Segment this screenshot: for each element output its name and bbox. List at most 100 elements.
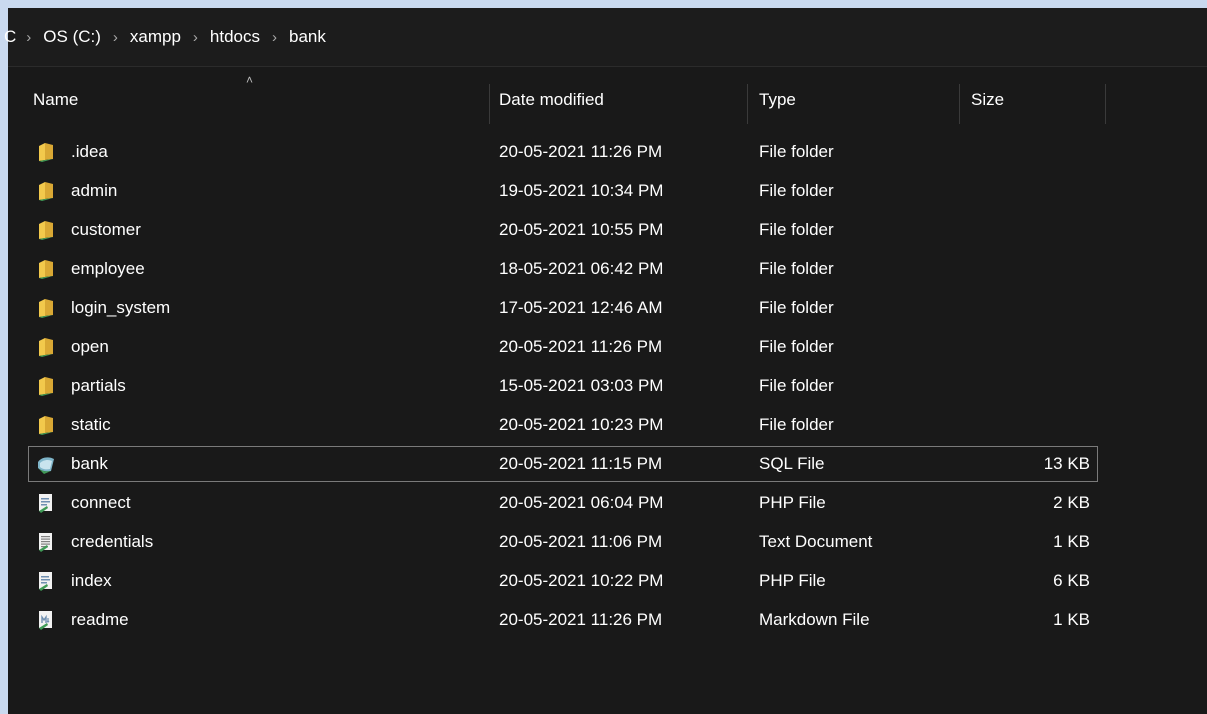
- file-date-modified: 17-05-2021 12:46 AM: [499, 298, 663, 317]
- file-name: admin: [71, 181, 118, 200]
- folder-icon: [36, 329, 58, 365]
- column-header-type[interactable]: Type: [759, 76, 796, 128]
- folder-icon: [36, 407, 58, 443]
- breadcrumb-item-os-drive[interactable]: OS (C:): [37, 27, 107, 47]
- file-row[interactable]: bank 20-05-2021 11:15 PM SQL File 13 KB: [8, 446, 1207, 485]
- file-name: employee: [71, 259, 145, 278]
- file-type: File folder: [759, 415, 834, 434]
- file-type: File folder: [759, 220, 834, 239]
- file-row[interactable]: readme 20-05-2021 11:26 PM Markdown File…: [8, 602, 1207, 641]
- file-row[interactable]: customer 20-05-2021 10:55 PM File folder: [8, 212, 1207, 251]
- column-divider[interactable]: [489, 84, 490, 124]
- file-size: 1 KB: [1053, 532, 1090, 551]
- sql-file-icon: [36, 446, 58, 482]
- breadcrumb-separator-icon[interactable]: ›: [187, 29, 204, 46]
- file-type: File folder: [759, 259, 834, 278]
- php-file-icon: [36, 485, 58, 521]
- file-type: Markdown File: [759, 610, 870, 629]
- file-row[interactable]: open 20-05-2021 11:26 PM File folder: [8, 329, 1207, 368]
- file-size: [1008, 173, 1090, 209]
- folder-icon: [36, 251, 58, 287]
- column-divider[interactable]: [747, 84, 748, 124]
- column-header: ˄ Name Date modified Type Size: [8, 73, 1207, 128]
- file-name: login_system: [71, 298, 171, 317]
- file-date-modified: 20-05-2021 11:26 PM: [499, 610, 663, 629]
- folder-icon: [36, 134, 58, 170]
- file-size: [1008, 134, 1090, 170]
- file-row[interactable]: static 20-05-2021 10:23 PM File folder: [8, 407, 1207, 446]
- file-row[interactable]: credentials 20-05-2021 11:06 PM Text Doc…: [8, 524, 1207, 563]
- file-date-modified: 20-05-2021 10:22 PM: [499, 571, 664, 590]
- file-date-modified: 20-05-2021 10:55 PM: [499, 220, 664, 239]
- file-row[interactable]: connect 20-05-2021 06:04 PM PHP File 2 K…: [8, 485, 1207, 524]
- file-type: SQL File: [759, 454, 825, 473]
- file-size: [1008, 329, 1090, 365]
- file-name: static: [71, 415, 111, 434]
- column-header-date-modified[interactable]: Date modified: [499, 76, 604, 128]
- folder-icon: [36, 212, 58, 248]
- file-name: bank: [71, 454, 108, 473]
- column-divider[interactable]: [1105, 84, 1106, 124]
- file-size: 1 KB: [1053, 610, 1090, 629]
- file-row[interactable]: employee 18-05-2021 06:42 PM File folder: [8, 251, 1207, 290]
- file-date-modified: 19-05-2021 10:34 PM: [499, 181, 664, 200]
- column-header-size[interactable]: Size: [971, 76, 1004, 128]
- breadcrumb: C › OS (C:) › xampp › htdocs › bank: [4, 8, 332, 66]
- file-size: [1008, 368, 1090, 404]
- address-bar[interactable]: C › OS (C:) › xampp › htdocs › bank: [4, 8, 1207, 67]
- php-file-icon: [36, 563, 58, 599]
- file-date-modified: 20-05-2021 11:06 PM: [499, 532, 663, 551]
- folder-icon: [36, 368, 58, 404]
- file-date-modified: 15-05-2021 03:03 PM: [499, 376, 664, 395]
- breadcrumb-item-bank[interactable]: bank: [283, 27, 332, 47]
- file-row[interactable]: partials 15-05-2021 03:03 PM File folder: [8, 368, 1207, 407]
- breadcrumb-separator-icon[interactable]: ›: [107, 29, 124, 46]
- file-date-modified: 20-05-2021 11:15 PM: [499, 454, 663, 473]
- sort-ascending-icon: ˄: [246, 73, 254, 87]
- file-date-modified: 20-05-2021 10:23 PM: [499, 415, 664, 434]
- file-size: [1008, 407, 1090, 443]
- file-size: 13 KB: [1043, 454, 1090, 473]
- file-name: partials: [71, 376, 126, 395]
- file-size: [1008, 212, 1090, 248]
- breadcrumb-item-pc[interactable]: C: [4, 27, 20, 47]
- file-type: File folder: [759, 337, 834, 356]
- markdown-file-icon: [36, 602, 58, 638]
- file-type: PHP File: [759, 571, 826, 590]
- column-header-name[interactable]: Name: [33, 76, 78, 128]
- file-date-modified: 18-05-2021 06:42 PM: [499, 259, 664, 278]
- file-date-modified: 20-05-2021 06:04 PM: [499, 493, 664, 512]
- file-size: [1008, 290, 1090, 326]
- file-type: PHP File: [759, 493, 826, 512]
- file-explorer-window: C › OS (C:) › xampp › htdocs › bank ˄ Na…: [4, 8, 1207, 714]
- file-name: open: [71, 337, 109, 356]
- file-date-modified: 20-05-2021 11:26 PM: [499, 337, 663, 356]
- folder-icon: [36, 173, 58, 209]
- file-size: [1008, 251, 1090, 287]
- file-type: File folder: [759, 298, 834, 317]
- file-list: .idea 20-05-2021 11:26 PM File folder ad…: [8, 134, 1207, 641]
- column-divider[interactable]: [959, 84, 960, 124]
- file-name: customer: [71, 220, 141, 239]
- file-name: .idea: [71, 142, 108, 161]
- file-type: File folder: [759, 376, 834, 395]
- breadcrumb-item-xampp[interactable]: xampp: [124, 27, 187, 47]
- text-file-icon: [36, 524, 58, 560]
- file-name: readme: [71, 610, 129, 629]
- file-type: File folder: [759, 142, 834, 161]
- file-row[interactable]: .idea 20-05-2021 11:26 PM File folder: [8, 134, 1207, 173]
- file-name: index: [71, 571, 112, 590]
- breadcrumb-separator-icon[interactable]: ›: [266, 29, 283, 46]
- file-size: 2 KB: [1053, 493, 1090, 512]
- file-row[interactable]: admin 19-05-2021 10:34 PM File folder: [8, 173, 1207, 212]
- breadcrumb-separator-icon[interactable]: ›: [20, 29, 37, 46]
- breadcrumb-item-htdocs[interactable]: htdocs: [204, 27, 266, 47]
- file-date-modified: 20-05-2021 11:26 PM: [499, 142, 663, 161]
- file-type: Text Document: [759, 532, 873, 551]
- file-size: 6 KB: [1053, 571, 1090, 590]
- file-type: File folder: [759, 181, 834, 200]
- file-row[interactable]: login_system 17-05-2021 12:46 AM File fo…: [8, 290, 1207, 329]
- file-row[interactable]: index 20-05-2021 10:22 PM PHP File 6 KB: [8, 563, 1207, 602]
- file-name: connect: [71, 493, 131, 512]
- folder-icon: [36, 290, 58, 326]
